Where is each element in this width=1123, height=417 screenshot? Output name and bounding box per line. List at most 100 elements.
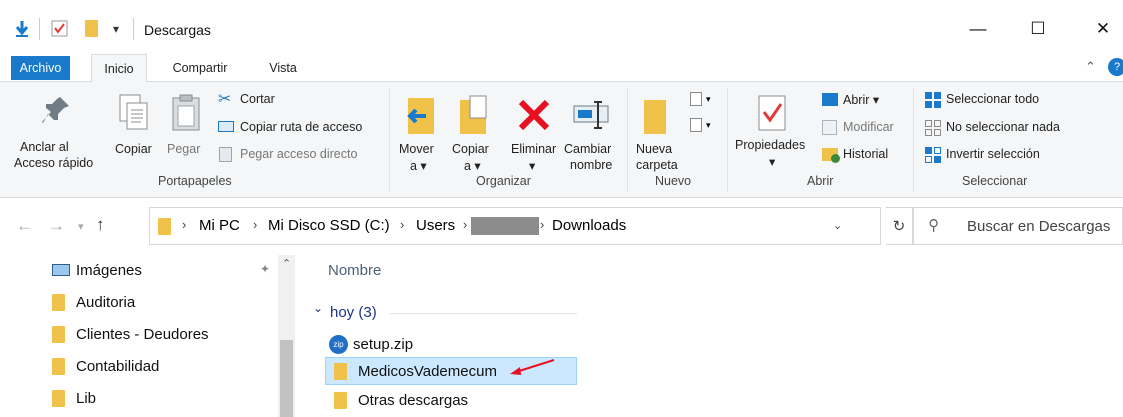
- nav-label: Clientes - Deudores: [76, 325, 209, 343]
- nav-item-imagenes[interactable]: Imágenes: [52, 256, 142, 284]
- paste-button[interactable]: Pegar: [163, 90, 209, 170]
- folder-icon: [52, 357, 65, 375]
- nav-scrollbar-thumb[interactable]: [280, 340, 293, 417]
- invert-selection-icon: [925, 147, 941, 163]
- tab-vista[interactable]: Vista: [258, 54, 308, 82]
- title-bar: ▾ Descargas — ☐ ✕: [0, 0, 1123, 54]
- file-row-setup-zip[interactable]: zip setup.zip: [325, 330, 577, 358]
- breadcrumb-mi-pc[interactable]: Mi PC: [199, 217, 240, 234]
- nav-item-lib[interactable]: Lib: [52, 384, 96, 412]
- select-all-icon: [925, 92, 941, 108]
- nav-item-auditoria[interactable]: Auditoria: [52, 288, 135, 316]
- file-name: setup.zip: [353, 335, 414, 353]
- refresh-icon[interactable]: ↻: [886, 207, 913, 245]
- help-icon[interactable]: ?: [1108, 58, 1123, 76]
- breadcrumb-downloads[interactable]: Downloads: [552, 217, 626, 234]
- group-nuevo: Nuevo: [655, 174, 692, 188]
- copy-to-icon: [460, 95, 487, 134]
- move-to-button[interactable]: Mover a ▾: [396, 90, 444, 173]
- delete-label-2: ▾: [529, 159, 536, 173]
- collapse-ribbon-icon[interactable]: ⌃: [1085, 59, 1096, 75]
- group-separator: [627, 88, 628, 192]
- scissors-icon: ✂: [218, 91, 232, 108]
- forward-arrow-icon[interactable]: →: [48, 216, 65, 236]
- new-item-button[interactable]: ▾: [690, 92, 716, 110]
- easy-access-icon: [690, 118, 702, 132]
- breadcrumb-separator-icon[interactable]: ›: [540, 217, 544, 232]
- rename-button[interactable]: Cambiar nombre: [564, 90, 620, 172]
- back-arrow-icon[interactable]: ←: [16, 216, 33, 236]
- folder-icon: [52, 325, 65, 343]
- nav-item-clientes-deudores[interactable]: Clientes - Deudores: [52, 320, 209, 348]
- new-folder-icon[interactable]: [85, 20, 98, 37]
- breadcrumb-separator-icon[interactable]: ›: [253, 217, 257, 232]
- history-clock-icon: [831, 154, 840, 163]
- address-bar[interactable]: › Mi PC › Mi Disco SSD (C:) › Users › › …: [149, 207, 881, 245]
- up-arrow-icon[interactable]: ↑: [96, 215, 105, 235]
- folder-icon: [334, 362, 347, 380]
- breadcrumb-separator-icon[interactable]: ›: [182, 217, 186, 232]
- breadcrumb-disco[interactable]: Mi Disco SSD (C:): [268, 217, 390, 234]
- group-divider: [389, 313, 577, 314]
- tab-compartir[interactable]: Compartir: [160, 54, 240, 82]
- move-to-icon: [407, 98, 434, 134]
- breadcrumb-separator-icon[interactable]: ›: [400, 217, 404, 232]
- properties-icon: [758, 95, 786, 131]
- nav-item-contabilidad[interactable]: Contabilidad: [52, 352, 159, 380]
- move-to-label-2: a ▾: [410, 159, 427, 173]
- delete-label-1: Eliminar: [511, 142, 557, 156]
- quick-access-dropdown-icon[interactable]: ▾: [113, 22, 119, 36]
- new-folder-button[interactable]: Nueva carpeta: [634, 90, 690, 172]
- pin-quick-access-button[interactable]: Anclar al Acceso rápido: [14, 90, 98, 170]
- pin-label-1: Anclar al: [20, 140, 69, 154]
- search-icon: ⚲: [928, 217, 939, 234]
- new-folder-large-icon: [644, 100, 666, 134]
- redacted-username: [471, 217, 539, 235]
- search-box[interactable]: ⚲ Buscar en Descargas: [913, 207, 1123, 245]
- download-arrow-icon[interactable]: [14, 20, 30, 38]
- pictures-icon: [52, 264, 70, 276]
- group-header-hoy[interactable]: hoy (3): [330, 304, 377, 321]
- scroll-up-icon[interactable]: ⌃: [282, 257, 291, 270]
- group-collapse-icon[interactable]: ⌄: [313, 301, 323, 315]
- breadcrumb-separator-icon[interactable]: ›: [463, 217, 467, 232]
- properties-button[interactable]: Propiedades ▾: [733, 90, 817, 170]
- easy-access-button[interactable]: ▾: [690, 118, 716, 136]
- folder-icon: [52, 389, 65, 407]
- tab-inicio[interactable]: Inicio: [91, 54, 147, 83]
- file-name: Otras descargas: [358, 391, 469, 409]
- group-separator: [913, 88, 914, 192]
- properties-check-icon[interactable]: [51, 20, 68, 37]
- paste-label: Pegar: [167, 142, 201, 156]
- nav-label: Contabilidad: [76, 357, 160, 375]
- file-row-otras-descargas[interactable]: Otras descargas: [325, 386, 577, 414]
- copy-to-button[interactable]: Copiar a ▾: [448, 90, 500, 173]
- folder-icon: [52, 293, 65, 311]
- paste-shortcut-icon: [219, 147, 232, 162]
- minimize-button[interactable]: —: [963, 14, 993, 44]
- close-button[interactable]: ✕: [1088, 14, 1118, 44]
- divider: [39, 18, 40, 40]
- window-title: Descargas: [144, 22, 211, 38]
- column-header-nombre[interactable]: Nombre: [328, 262, 381, 279]
- group-organizar: Organizar: [476, 174, 531, 188]
- ribbon-tabs: Archivo Inicio Compartir Vista ⌃ ?: [0, 54, 1123, 83]
- delete-button[interactable]: Eliminar ▾: [507, 90, 563, 173]
- breadcrumb-users[interactable]: Users: [416, 217, 455, 234]
- maximize-button[interactable]: ☐: [1023, 14, 1053, 44]
- copy-path-label: Copiar ruta de acceso: [240, 120, 363, 134]
- rename-label-1: Cambiar: [564, 142, 612, 156]
- tab-archivo[interactable]: Archivo: [11, 56, 70, 80]
- edit-label: Modificar: [843, 120, 894, 134]
- delete-x-icon: [518, 99, 550, 131]
- new-item-dropdown-icon: ▾: [706, 94, 711, 104]
- copy-path-icon: [218, 121, 234, 132]
- easy-access-dropdown-icon: ▾: [706, 120, 711, 130]
- folder-icon: [334, 391, 347, 409]
- new-item-icon: [690, 92, 702, 106]
- recent-locations-icon[interactable]: ▾: [78, 220, 84, 233]
- group-separator: [727, 88, 728, 192]
- address-history-dropdown-icon[interactable]: ⌄: [833, 219, 842, 232]
- rename-icon: [573, 101, 609, 129]
- copy-button[interactable]: Copiar: [113, 90, 157, 170]
